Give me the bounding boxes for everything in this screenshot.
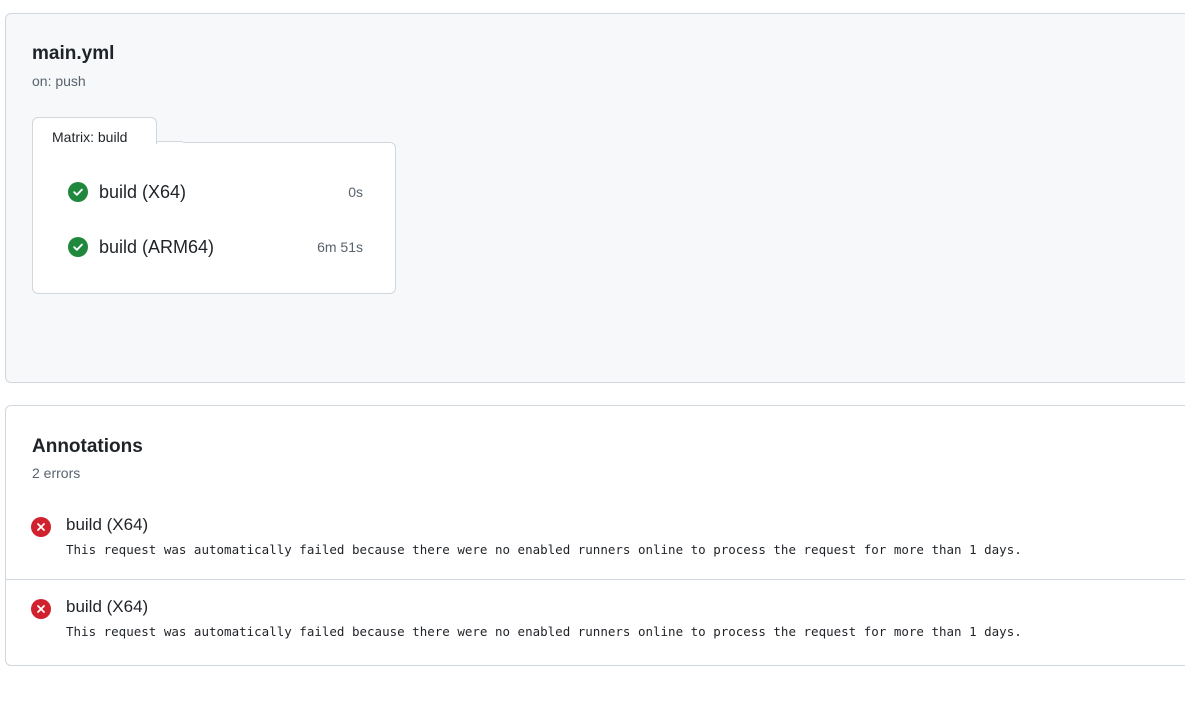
matrix-tab: Matrix: build bbox=[32, 117, 157, 145]
matrix-tab-corner bbox=[156, 141, 183, 144]
matrix-label: Matrix: build bbox=[52, 129, 128, 145]
check-circle-icon bbox=[68, 182, 88, 202]
annotation-message: This request was automatically failed be… bbox=[66, 624, 1022, 639]
x-circle-icon bbox=[31, 599, 51, 619]
annotation-item: build (X64) This request was automatical… bbox=[6, 498, 1185, 580]
job-duration: 0s bbox=[348, 184, 363, 200]
matrix-job-list: build (X64) 0s build (ARM64) 6m 51s bbox=[32, 142, 396, 294]
workflow-graph-panel: main.yml on: push Matrix: build build (X… bbox=[5, 13, 1185, 383]
x-circle-icon bbox=[31, 517, 51, 537]
annotations-title: Annotations bbox=[32, 436, 143, 457]
annotation-job-link[interactable]: build (X64) bbox=[66, 597, 148, 617]
annotations-panel: Annotations 2 errors build (X64) This re… bbox=[5, 405, 1185, 666]
job-row-build-arm64[interactable]: build (ARM64) 6m 51s bbox=[68, 236, 363, 258]
annotation-job-link[interactable]: build (X64) bbox=[66, 515, 148, 535]
job-name: build (X64) bbox=[99, 181, 187, 202]
annotations-count: 2 errors bbox=[32, 465, 81, 481]
workflow-file-name[interactable]: main.yml bbox=[32, 43, 114, 65]
annotation-item: build (X64) This request was automatical… bbox=[6, 580, 1185, 662]
job-name: build (ARM64) bbox=[99, 236, 215, 257]
workflow-trigger: on: push bbox=[32, 73, 86, 89]
job-row-build-x64[interactable]: build (X64) 0s bbox=[68, 181, 363, 203]
annotation-message: This request was automatically failed be… bbox=[66, 542, 1022, 557]
check-circle-icon bbox=[68, 237, 88, 257]
job-duration: 6m 51s bbox=[317, 239, 363, 255]
